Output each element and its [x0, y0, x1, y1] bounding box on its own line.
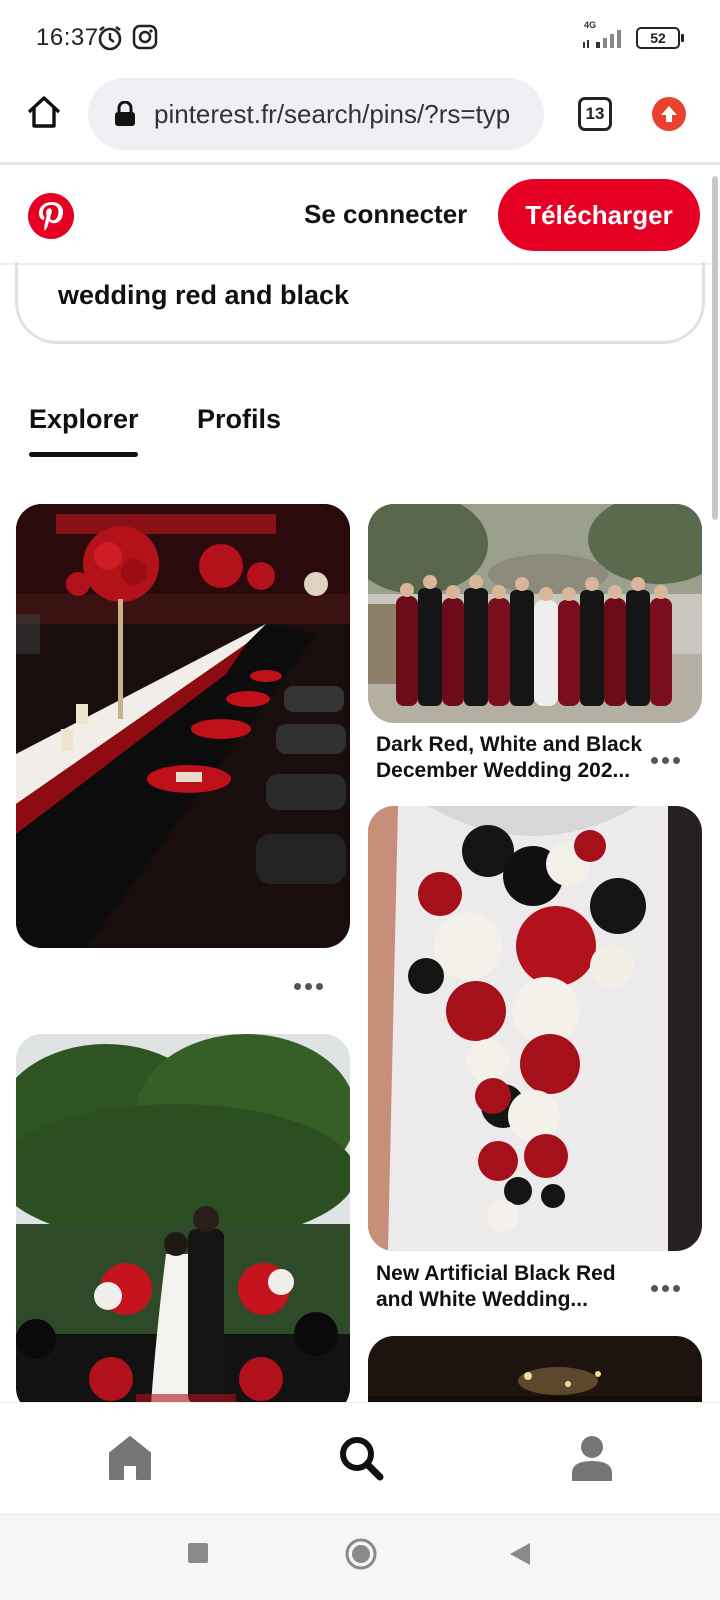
- pin-image-banquet[interactable]: [16, 504, 350, 948]
- pin-image-bouquet[interactable]: [368, 806, 702, 1251]
- arrow-up-icon: [661, 106, 677, 122]
- back-icon[interactable]: [508, 1541, 532, 1567]
- tab-switcher-button[interactable]: 13: [578, 97, 612, 131]
- search-query: wedding red and black: [58, 280, 350, 310]
- system-home-icon[interactable]: [344, 1537, 378, 1571]
- search-icon[interactable]: [338, 1435, 384, 1481]
- browser-home-icon[interactable]: [24, 92, 64, 132]
- active-tab-indicator: [29, 452, 138, 457]
- battery-level: 52: [650, 30, 666, 46]
- tab-count: 13: [585, 104, 605, 123]
- recent-apps-icon[interactable]: [186, 1541, 210, 1565]
- pin-image-bridal-party[interactable]: [368, 504, 702, 723]
- instagram-icon: [132, 24, 158, 50]
- pin-more-button[interactable]: [651, 757, 680, 764]
- browser-toolbar: pinterest.fr/search/pins/?rs=typ 13: [0, 78, 720, 162]
- login-link[interactable]: Se connecter: [304, 199, 467, 230]
- lock-icon: [115, 101, 135, 126]
- download-label: Télécharger: [525, 199, 673, 230]
- browser-update-button[interactable]: [652, 97, 686, 131]
- profile-icon[interactable]: [570, 1435, 614, 1481]
- search-field[interactable]: wedding red and black: [15, 262, 705, 344]
- system-navigation-bar: [0, 1514, 720, 1600]
- scrollbar[interactable]: [712, 176, 718, 520]
- tab-explorer[interactable]: Explorer: [29, 404, 139, 435]
- pin-more-button[interactable]: [651, 1285, 680, 1292]
- pinterest-logo-icon[interactable]: [28, 193, 74, 239]
- pin-more-button[interactable]: [294, 983, 323, 990]
- bottom-navigation: [0, 1402, 720, 1514]
- network-type: 4G: [584, 20, 597, 30]
- tab-profils[interactable]: Profils: [197, 404, 281, 435]
- signal-icon: 4G: [580, 20, 628, 50]
- url-text: pinterest.fr/search/pins/?rs=typ: [154, 98, 511, 129]
- pin-title[interactable]: Dark Red, White and Black December Weddi…: [376, 732, 644, 784]
- download-app-button[interactable]: Télécharger: [498, 179, 700, 251]
- url-bar[interactable]: pinterest.fr/search/pins/?rs=typ: [88, 78, 544, 150]
- home-icon[interactable]: [108, 1435, 152, 1481]
- status-time: 16:37: [36, 24, 99, 51]
- pin-title[interactable]: New Artificial Black Red and White Weddi…: [376, 1261, 644, 1313]
- alarm-icon: [98, 25, 122, 51]
- status-bar: 16:37 4G 52: [0, 0, 720, 78]
- battery-icon: 52: [636, 27, 684, 49]
- status-indicators: 4G 52: [580, 20, 684, 50]
- pin-image-couple[interactable]: [16, 1034, 350, 1414]
- pinterest-header: Se connecter Télécharger: [0, 165, 720, 265]
